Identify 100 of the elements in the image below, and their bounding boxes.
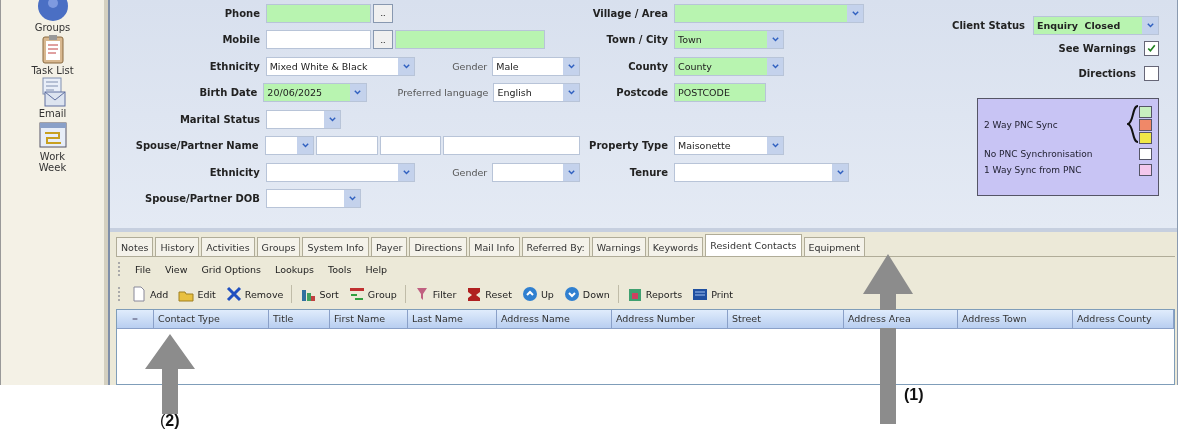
field-label: Postcode bbox=[615, 87, 669, 99]
dropdown-field[interactable]: Mixed White & Black bbox=[265, 56, 416, 76]
check-icon bbox=[1146, 43, 1157, 54]
toolbar-button[interactable]: Add bbox=[129, 286, 171, 302]
dropdown-field[interactable] bbox=[264, 136, 315, 156]
report-icon bbox=[626, 286, 643, 302]
input-field[interactable] bbox=[379, 136, 442, 156]
lines-icon bbox=[348, 286, 365, 302]
tab[interactable]: Groups bbox=[256, 237, 301, 256]
caret-icon bbox=[398, 163, 415, 181]
hourglass-icon bbox=[466, 286, 483, 302]
caret-icon bbox=[1142, 16, 1158, 34]
field-label: Client Status bbox=[952, 19, 1026, 31]
tab[interactable]: Equipment bbox=[803, 237, 866, 256]
dropdown-field[interactable]: Town bbox=[674, 30, 784, 50]
caret-icon bbox=[767, 137, 783, 155]
field-label: Gender bbox=[451, 166, 489, 178]
field-label: Ethnicity bbox=[208, 60, 261, 72]
toolbar-button[interactable]: Edit bbox=[176, 286, 218, 302]
toolbar-button[interactable]: Reports bbox=[624, 286, 685, 302]
input-field[interactable]: POSTCODE bbox=[674, 83, 766, 103]
tab[interactable]: Payer bbox=[370, 237, 408, 256]
menu-item[interactable]: Tools bbox=[326, 263, 354, 275]
field-label: Gender bbox=[451, 60, 489, 72]
status-dropdown[interactable]: Enquiry Closed bbox=[1033, 15, 1159, 35]
caret-icon bbox=[324, 110, 340, 128]
toolbar-button[interactable]: Filter bbox=[411, 286, 459, 302]
toolbar-button[interactable]: Sort bbox=[298, 286, 341, 302]
document-icon bbox=[131, 286, 147, 302]
field-label: Ethnicity bbox=[208, 166, 261, 178]
tab[interactable]: Warnings bbox=[591, 237, 646, 256]
globe-icon[interactable] bbox=[36, 0, 69, 22]
tab[interactable]: Directions bbox=[409, 237, 468, 256]
dropdown-field[interactable] bbox=[265, 162, 416, 182]
dropdown-field[interactable]: Male bbox=[492, 56, 580, 76]
dropdown-field[interactable]: County bbox=[674, 56, 784, 76]
dropdown-field[interactable] bbox=[674, 162, 849, 182]
menu-item[interactable]: View bbox=[162, 263, 190, 275]
input-field[interactable] bbox=[266, 30, 371, 50]
field-label: Birth Date bbox=[198, 87, 259, 99]
toolbar-button[interactable]: Reset bbox=[464, 286, 514, 302]
field-label: Marital Status bbox=[178, 113, 261, 125]
sidebar-label[interactable]: Email bbox=[27, 108, 78, 119]
dropdown-field[interactable] bbox=[266, 189, 361, 209]
tab[interactable]: Notes bbox=[116, 237, 154, 256]
toolbar-button[interactable]: Remove bbox=[223, 286, 286, 302]
input-field[interactable] bbox=[443, 136, 580, 156]
field-label: Spouse/Partner DOB bbox=[144, 193, 261, 205]
caret-icon bbox=[767, 31, 783, 49]
tab[interactable]: Resident Contacts bbox=[705, 234, 802, 256]
dropdown-field[interactable]: 20/06/2025 bbox=[263, 83, 367, 103]
tab[interactable]: System Info bbox=[302, 237, 369, 256]
input-field[interactable] bbox=[395, 30, 545, 50]
input-field[interactable] bbox=[316, 136, 378, 156]
caret-icon bbox=[398, 57, 415, 75]
field-label: Mobile bbox=[221, 34, 261, 46]
caret-icon bbox=[349, 84, 366, 102]
sidebar-label[interactable]: Groups bbox=[27, 22, 78, 33]
caret-icon bbox=[563, 57, 579, 75]
tab[interactable]: History bbox=[155, 237, 200, 256]
annotation-label: (1) bbox=[904, 386, 924, 404]
sidebar-label[interactable]: Task List bbox=[27, 65, 78, 76]
menu-item[interactable]: File bbox=[133, 263, 153, 275]
menu-item[interactable]: Lookups bbox=[273, 263, 317, 275]
checkbox-label: See Warnings bbox=[1058, 43, 1137, 54]
calendar-icon[interactable] bbox=[36, 119, 69, 151]
field-label: Village / Area bbox=[591, 7, 669, 19]
caret-icon bbox=[563, 84, 579, 102]
caret-icon bbox=[767, 57, 783, 75]
annotation-label: (2) bbox=[160, 412, 180, 430]
field-label: Tenure bbox=[628, 166, 669, 178]
dropdown-field[interactable] bbox=[674, 3, 864, 23]
checkbox[interactable] bbox=[1144, 66, 1159, 81]
sidebar-label[interactable]: Work Week bbox=[27, 151, 78, 173]
toolbar-button[interactable]: Print bbox=[690, 286, 736, 302]
menu-item[interactable]: Help bbox=[363, 263, 390, 275]
caret-icon bbox=[832, 163, 848, 181]
brace-icon bbox=[1127, 104, 1139, 146]
tab[interactable]: Mail Info bbox=[469, 237, 520, 256]
input-field[interactable] bbox=[266, 3, 371, 23]
dropdown-field[interactable]: English bbox=[493, 83, 580, 103]
toolbar-button[interactable]: Group bbox=[346, 286, 399, 302]
field-label: Phone bbox=[223, 7, 261, 19]
tab[interactable]: Referred By: bbox=[521, 237, 590, 256]
dropdown-field[interactable] bbox=[266, 109, 341, 129]
dropdown-field[interactable]: Maisonette bbox=[674, 136, 784, 156]
lookup-button[interactable]: .. bbox=[373, 30, 393, 50]
checkbox[interactable] bbox=[1144, 41, 1159, 56]
toolbar-button[interactable]: Down bbox=[561, 286, 612, 302]
field-label: Property Type bbox=[588, 140, 669, 152]
caret-icon bbox=[297, 137, 314, 155]
tab[interactable]: Activities bbox=[201, 237, 255, 256]
dropdown-field[interactable] bbox=[492, 162, 580, 182]
tab[interactable]: Keywords bbox=[647, 237, 704, 256]
menu-item[interactable]: Grid Options bbox=[199, 263, 264, 275]
column-header[interactable]: Title bbox=[269, 310, 330, 328]
toolbar-button[interactable]: Up bbox=[519, 286, 556, 302]
field-label: Preferred language bbox=[396, 87, 490, 99]
x-icon bbox=[225, 286, 242, 302]
lookup-button[interactable]: .. bbox=[373, 3, 393, 23]
